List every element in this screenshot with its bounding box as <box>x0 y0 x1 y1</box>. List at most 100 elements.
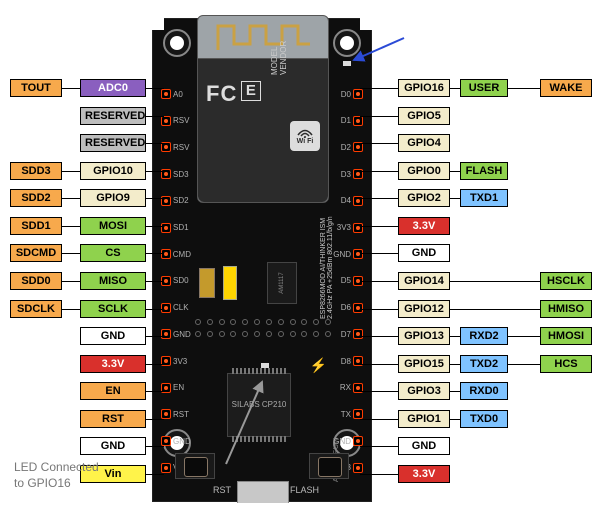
pin-hole <box>161 436 171 446</box>
led-note: LED Connected to GPIO16 <box>14 460 99 491</box>
pin-label: SDCLK <box>10 300 62 318</box>
usb-port-icon <box>237 481 289 503</box>
pin-label: SDD1 <box>10 217 62 235</box>
pin-hole <box>353 223 363 233</box>
capacitor-icon <box>199 268 215 298</box>
pin-label: 3.3V <box>80 355 146 373</box>
pin-silk: D6 <box>341 303 351 312</box>
pin-silk: GND <box>333 250 351 259</box>
reset-button-label: RST <box>213 485 231 495</box>
pin-label: GPIO2 <box>398 189 450 207</box>
pin-label: GND <box>398 437 450 455</box>
pin-hole <box>353 463 363 473</box>
pin-label: GND <box>80 437 146 455</box>
pin-silk: D8 <box>341 357 351 366</box>
pin-label: HMISO <box>540 300 592 318</box>
flash-button-label: FLASH <box>290 485 319 495</box>
pin-silk: D2 <box>341 143 351 152</box>
pin-label: GPIO14 <box>398 272 450 290</box>
arrow-to-gpio16-led <box>222 378 272 458</box>
pin-silk: SD2 <box>173 196 189 205</box>
pin-silk: D5 <box>341 276 351 285</box>
pin-label: SDD2 <box>10 189 62 207</box>
pin-label: GPIO4 <box>398 134 450 152</box>
flash-button[interactable] <box>309 453 349 479</box>
pin-label: TOUT <box>10 79 62 97</box>
pin-silk: D1 <box>341 116 351 125</box>
pin-label: 3.3V <box>398 217 450 235</box>
pin-label: SCLK <box>80 300 146 318</box>
esp8266-shield: FCE MODEL VENDOR ESP8266MOD AI/THINKER I… <box>197 15 329 203</box>
pin-silk: D0 <box>341 90 351 99</box>
pin-label: GPIO15 <box>398 355 450 373</box>
pin-hole <box>353 329 363 339</box>
pin-header-right: D0D1D2D3D43V3GNDD5D6D7D8RXTXGND3V3 <box>333 89 363 473</box>
pin-silk: CLK <box>173 303 189 312</box>
pin-silk: SD3 <box>173 170 189 179</box>
pin-silk: SD1 <box>173 223 189 232</box>
wifi-icon: Wi Fi <box>290 121 320 151</box>
arrow-to-d0-led <box>348 36 406 66</box>
pin-hole <box>353 89 363 99</box>
pin-hole <box>353 436 363 446</box>
pin-label: HMOSI <box>540 327 592 345</box>
pin-label: SDD3 <box>10 162 62 180</box>
pin-label: FLASH <box>460 162 508 180</box>
pin-label: TXD0 <box>460 410 508 428</box>
pad-row-icon <box>195 331 331 337</box>
pin-silk: RST <box>173 410 189 419</box>
pin-silk: D3 <box>341 170 351 179</box>
pin-label: GPIO0 <box>398 162 450 180</box>
pin-silk: 3V3 <box>173 357 187 366</box>
pin-label: GPIO5 <box>398 107 450 125</box>
fcc-label: FCE <box>206 81 261 107</box>
pin-label: GPIO16 <box>398 79 450 97</box>
pin-hole <box>353 116 363 126</box>
pin-header-left: A0RSVRSVSD3SD2SD1CMDSD0CLKGND3V3ENRSTGND… <box>161 89 191 473</box>
pin-silk: TX <box>341 410 351 419</box>
pin-label: EN <box>80 382 146 400</box>
pin-silk: SD0 <box>173 276 189 285</box>
pin-label: TXD1 <box>460 189 508 207</box>
lightning-icon: ⚡ <box>310 357 327 374</box>
pin-hole <box>161 223 171 233</box>
antenna-icon <box>216 22 312 52</box>
pin-label: GPIO3 <box>398 382 450 400</box>
pin-label: HCS <box>540 355 592 373</box>
pin-label: GPIO9 <box>80 189 146 207</box>
model-vendor-label: MODEL VENDOR <box>270 17 288 75</box>
pin-label: RESERVED <box>80 134 146 152</box>
pad-row-icon <box>195 319 331 325</box>
power-components: AM1117 <box>199 259 327 307</box>
pin-label: TXD2 <box>460 355 508 373</box>
pin-label: GND <box>80 327 146 345</box>
pin-label: GND <box>398 244 450 262</box>
pin-hole <box>161 329 171 339</box>
capacitor-icon <box>223 266 237 300</box>
pin-silk: GND <box>173 437 191 446</box>
pin-silk: GND <box>173 330 191 339</box>
pin-label: GPIO10 <box>80 162 146 180</box>
voltage-regulator: AM1117 <box>267 262 297 304</box>
reset-button[interactable] <box>175 453 215 479</box>
pin-hole <box>161 463 171 473</box>
pin-hole <box>161 116 171 126</box>
pin-silk: 3V3 <box>337 223 351 232</box>
pin-label: GPIO1 <box>398 410 450 428</box>
pin-label: MISO <box>80 272 146 290</box>
pin-label: ADC0 <box>80 79 146 97</box>
pin-silk: RSV <box>173 143 189 152</box>
pin-label: CS <box>80 244 146 262</box>
pin-silk: RX <box>340 383 351 392</box>
pin-label: MOSI <box>80 217 146 235</box>
pin-label: RESERVED <box>80 107 146 125</box>
pin-hole <box>161 89 171 99</box>
pin-silk: A0 <box>173 90 183 99</box>
mount-hole-tl <box>163 29 191 57</box>
pin-silk: D4 <box>341 196 351 205</box>
pin-label: RXD0 <box>460 382 508 400</box>
pin-label: HSCLK <box>540 272 592 290</box>
pin-label: SDD0 <box>10 272 62 290</box>
pin-label: RXD2 <box>460 327 508 345</box>
pin-label: GPIO12 <box>398 300 450 318</box>
